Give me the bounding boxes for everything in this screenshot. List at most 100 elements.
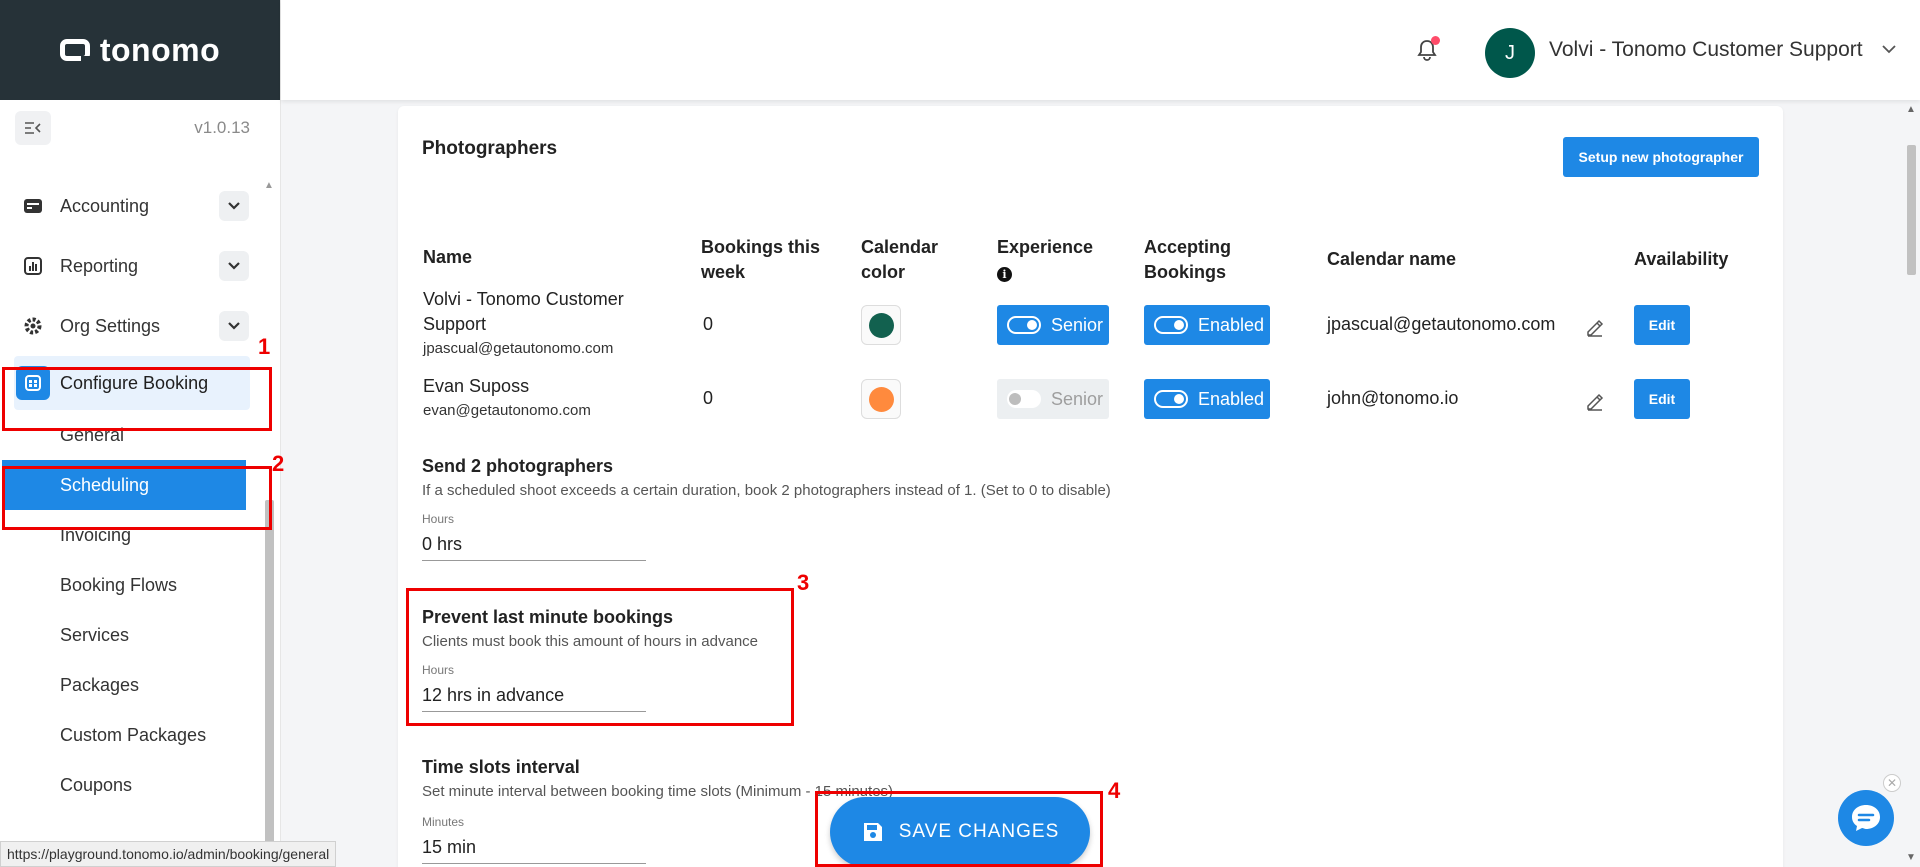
bookings-count: 0 [703,314,714,334]
annotation-number-2: 2 [272,451,285,476]
status-bar-url: https://playground.tonomo.io/admin/booki… [0,841,337,867]
collapse-sidebar-button[interactable] [15,111,51,145]
calendar-color-swatch[interactable] [861,379,901,419]
column-header-accepting: Accepting Bookings [1144,235,1231,285]
sidebar-item-label: Reporting [60,255,139,276]
logo: tonomo [59,31,221,69]
annotation-number-3: 3 [797,570,810,595]
column-header-bookings-line1: Bookings this [701,237,821,257]
experience-label: Senior [1051,388,1104,409]
time-slots-field-label: Minutes [422,815,465,829]
sidebar-top: v1.0.13 [0,100,280,156]
photographer-name: Evan Suposs [423,376,530,396]
annotation-box-3 [406,588,794,726]
column-header-experience-label: Experience [997,237,1094,257]
scroll-down-icon[interactable]: ▼ [1906,852,1916,863]
sidebar-item-accounting[interactable]: Accounting [0,176,264,236]
pencil-icon[interactable] [1585,391,1605,411]
color-dot [868,386,894,412]
calendar-name: john@tonomo.io [1327,388,1459,408]
version-label: v1.0.13 [194,118,250,137]
photographer-name-line1: Volvi - Tonomo Customer [423,289,624,309]
sidebar-item-reporting[interactable]: Reporting [0,236,264,296]
toggle-switch-icon [1154,390,1188,408]
user-name[interactable]: Volvi - Tonomo Customer Support [1549,38,1863,62]
experience-label: Senior [1051,314,1104,335]
chevron-down-icon[interactable] [219,191,249,221]
notification-dot [1431,36,1440,45]
sidebar: tonomo v1.0.13 ▲ Accounting Reporting Or… [0,0,281,867]
toggle-switch-icon [1007,316,1041,334]
calendar-color-swatch[interactable] [861,305,901,345]
edit-availability-button[interactable]: Edit [1634,379,1690,419]
toggle-switch-icon [1154,316,1188,334]
collapse-icon [25,122,41,134]
experience-toggle[interactable]: Senior [997,379,1109,419]
top-header: J Volvi - Tonomo Customer Support [281,0,1920,100]
column-header-bookings: Bookings this week [701,235,820,285]
logo-mark-icon [59,39,91,62]
sidebar-subitem-booking-flows[interactable]: Booking Flows [0,560,264,610]
send-two-hours-input[interactable]: 0 hrs [422,534,646,561]
scroll-up-icon[interactable]: ▲ [1906,104,1916,115]
sidebar-subitem-custom-packages[interactable]: Custom Packages [0,710,264,760]
send-two-field-label: Hours [422,512,455,526]
column-header-calendar-name: Calendar name [1327,249,1457,269]
photographers-card: Photographers Setup new photographer Nam… [398,106,1783,867]
chevron-down-icon[interactable] [1881,44,1897,54]
color-dot [868,312,894,338]
photographer-email: jpascual@getautonomo.com [423,340,614,357]
annotation-number-1: 1 [258,334,271,359]
chevron-down-icon[interactable] [219,251,249,281]
accepting-label: Enabled [1198,314,1265,335]
accepting-label: Enabled [1198,388,1265,409]
column-header-name: Name [423,247,473,267]
sidebar-subitem-services[interactable]: Services [0,610,264,660]
calendar-name: jpascual@getautonomo.com [1327,314,1556,334]
logo-area[interactable]: tonomo [0,0,280,100]
column-header-calendar-line1: Calendar [861,237,939,257]
page-title: Photographers [422,138,558,159]
info-icon[interactable]: i [997,267,1012,282]
sidebar-scrollbar[interactable] [265,500,274,855]
bookings-count: 0 [703,388,714,408]
toggle-switch-icon [1007,390,1041,408]
annotation-box-4 [815,791,1103,867]
column-header-calendar-color: Calendar color [861,235,938,285]
sidebar-item-label: Org Settings [60,315,161,336]
sidebar-item-org-settings[interactable]: Org Settings [0,296,264,356]
annotation-number-4: 4 [1108,778,1121,803]
time-slots-title: Time slots interval [422,757,580,777]
sidebar-scroll-up-icon[interactable]: ▲ [264,180,274,191]
setup-new-photographer-button[interactable]: Setup new photographer [1563,137,1759,177]
column-header-calendar-line2: color [861,262,906,282]
chat-icon [1852,805,1880,831]
column-header-accepting-line1: Accepting [1144,237,1232,257]
brand-name: tonomo [99,31,221,68]
annotation-box-1 [2,367,272,431]
sidebar-subitem-packages[interactable]: Packages [0,660,264,710]
photographer-email: evan@getautonomo.com [423,402,591,419]
sidebar-item-label: Accounting [60,195,150,216]
send-two-title: Send 2 photographers [422,456,614,476]
column-header-accepting-line2: Bookings [1144,262,1227,282]
send-two-description: If a scheduled shoot exceeds a certain d… [422,482,1111,499]
experience-toggle[interactable]: Senior [997,305,1109,345]
pencil-icon[interactable] [1585,317,1605,337]
time-slots-minutes-input[interactable]: 15 min [422,837,646,864]
chat-button[interactable] [1838,790,1894,846]
annotation-box-2 [2,466,272,530]
avatar[interactable]: J [1485,28,1535,78]
accepting-bookings-toggle[interactable]: Enabled [1144,379,1270,419]
column-header-experience: Experience i [997,235,1093,285]
main-scrollbar[interactable] [1907,145,1916,275]
photographer-name-line2: Support [423,314,487,334]
chevron-down-icon[interactable] [219,311,249,341]
gear-icon [22,315,44,337]
edit-availability-button[interactable]: Edit [1634,305,1690,345]
wallet-icon [22,195,44,217]
close-icon[interactable]: ✕ [1883,774,1901,792]
column-header-bookings-line2: week [701,262,746,282]
sidebar-subitem-coupons[interactable]: Coupons [0,760,264,810]
accepting-bookings-toggle[interactable]: Enabled [1144,305,1270,345]
